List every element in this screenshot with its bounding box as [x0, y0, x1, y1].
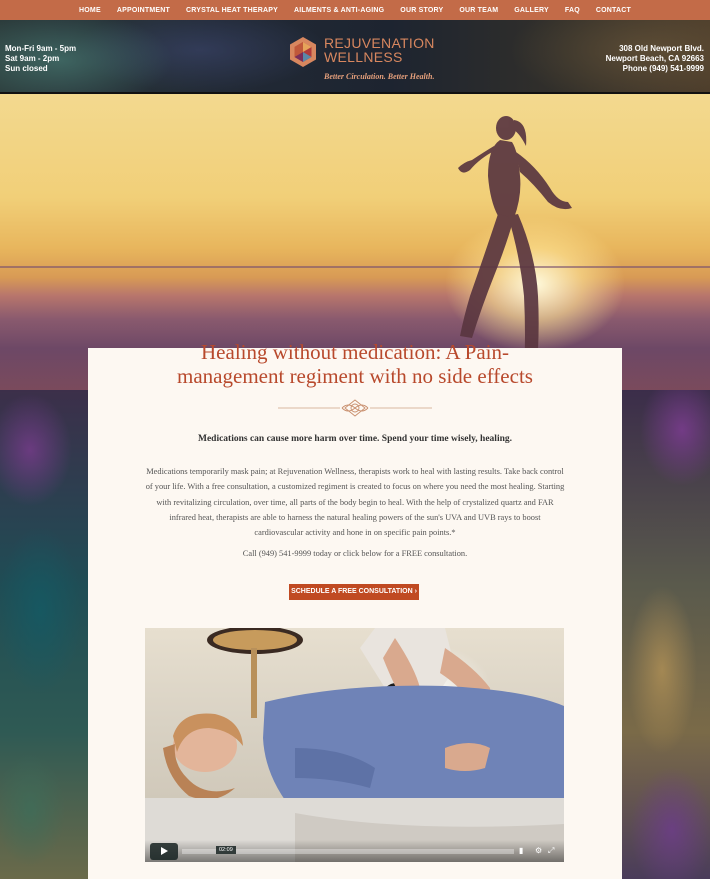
- video-progress-bar[interactable]: 02:09: [182, 846, 514, 854]
- horizon-line: [0, 266, 710, 268]
- background-texture-right: [622, 390, 710, 879]
- video-duration: 02:09: [216, 846, 236, 854]
- address-phone: Phone (949) 541-9999: [622, 64, 704, 73]
- volume-icon[interactable]: ▮: [519, 846, 523, 855]
- content-card: Healing without medication: A Pain- mana…: [88, 340, 622, 879]
- business-address: 308 Old Newport Blvd. Newport Beach, CA …: [606, 44, 704, 74]
- video-player[interactable]: 02:09 ▮ ⚙ ⤢: [145, 628, 564, 862]
- logo-wordmark: REJUVENATION WELLNESS: [324, 36, 435, 64]
- address-city: Newport Beach, CA 92663: [605, 54, 704, 63]
- nav-our-story[interactable]: OUR STORY: [392, 7, 451, 14]
- body-paragraph: Medications temporarily mask pain; at Re…: [145, 467, 565, 538]
- hours-saturday: Sat 9am - 2pm: [5, 54, 60, 63]
- logo-line-1: REJUVENATION: [324, 35, 435, 51]
- video-controls: 02:09 ▮ ⚙ ⤢: [145, 840, 564, 862]
- call-to-action-text: Call (949) 541-9999 today or click below…: [242, 549, 468, 558]
- headline-line-2: management regiment with no side effects: [177, 364, 533, 388]
- hexagon-logo-icon: [290, 37, 316, 67]
- nav-faq[interactable]: FAQ: [557, 7, 588, 14]
- nav-ailments-anti-aging[interactable]: AILMENTS & ANTI-AGING: [286, 7, 392, 14]
- site-logo[interactable]: REJUVENATION WELLNESS Better Circulation…: [287, 36, 447, 88]
- page-headline: Healing without medication: A Pain- mana…: [118, 340, 592, 392]
- nav-crystal-heat-therapy[interactable]: CRYSTAL HEAT THERAPY: [178, 7, 286, 14]
- settings-gear-icon[interactable]: ⚙: [535, 846, 542, 855]
- play-button[interactable]: [150, 843, 178, 860]
- site-header: Mon-Fri 9am - 5pm Sat 9am - 2pm Sun clos…: [0, 20, 710, 94]
- headline-line-1: Healing without medication: A Pain-: [201, 340, 509, 364]
- nav-contact[interactable]: CONTACT: [588, 7, 639, 14]
- address-street: 308 Old Newport Blvd.: [619, 44, 704, 53]
- top-navigation: HOME APPOINTMENT CRYSTAL HEAT THERAPY AI…: [0, 0, 710, 20]
- nav-gallery[interactable]: GALLERY: [506, 7, 557, 14]
- lead-text: Medications can cause more harm over tim…: [197, 434, 512, 444]
- background-texture-left: [0, 390, 88, 879]
- business-hours: Mon-Fri 9am - 5pm Sat 9am - 2pm Sun clos…: [5, 44, 76, 74]
- hours-weekday: Mon-Fri 9am - 5pm: [5, 44, 77, 53]
- logo-line-2: WELLNESS: [324, 49, 403, 65]
- nav-home[interactable]: HOME: [71, 7, 109, 14]
- logo-tagline: Better Circulation. Better Health.: [324, 72, 435, 81]
- video-thumbnail-scene: [145, 628, 564, 862]
- nav-our-team[interactable]: OUR TEAM: [451, 7, 506, 14]
- fullscreen-icon[interactable]: ⤢: [548, 846, 554, 856]
- ornament-divider-icon: [278, 399, 432, 417]
- schedule-consultation-button[interactable]: SCHEDULE A FREE CONSULTATION ›: [289, 584, 419, 600]
- nav-appointment[interactable]: APPOINTMENT: [109, 7, 178, 14]
- hours-sunday: Sun closed: [5, 64, 48, 73]
